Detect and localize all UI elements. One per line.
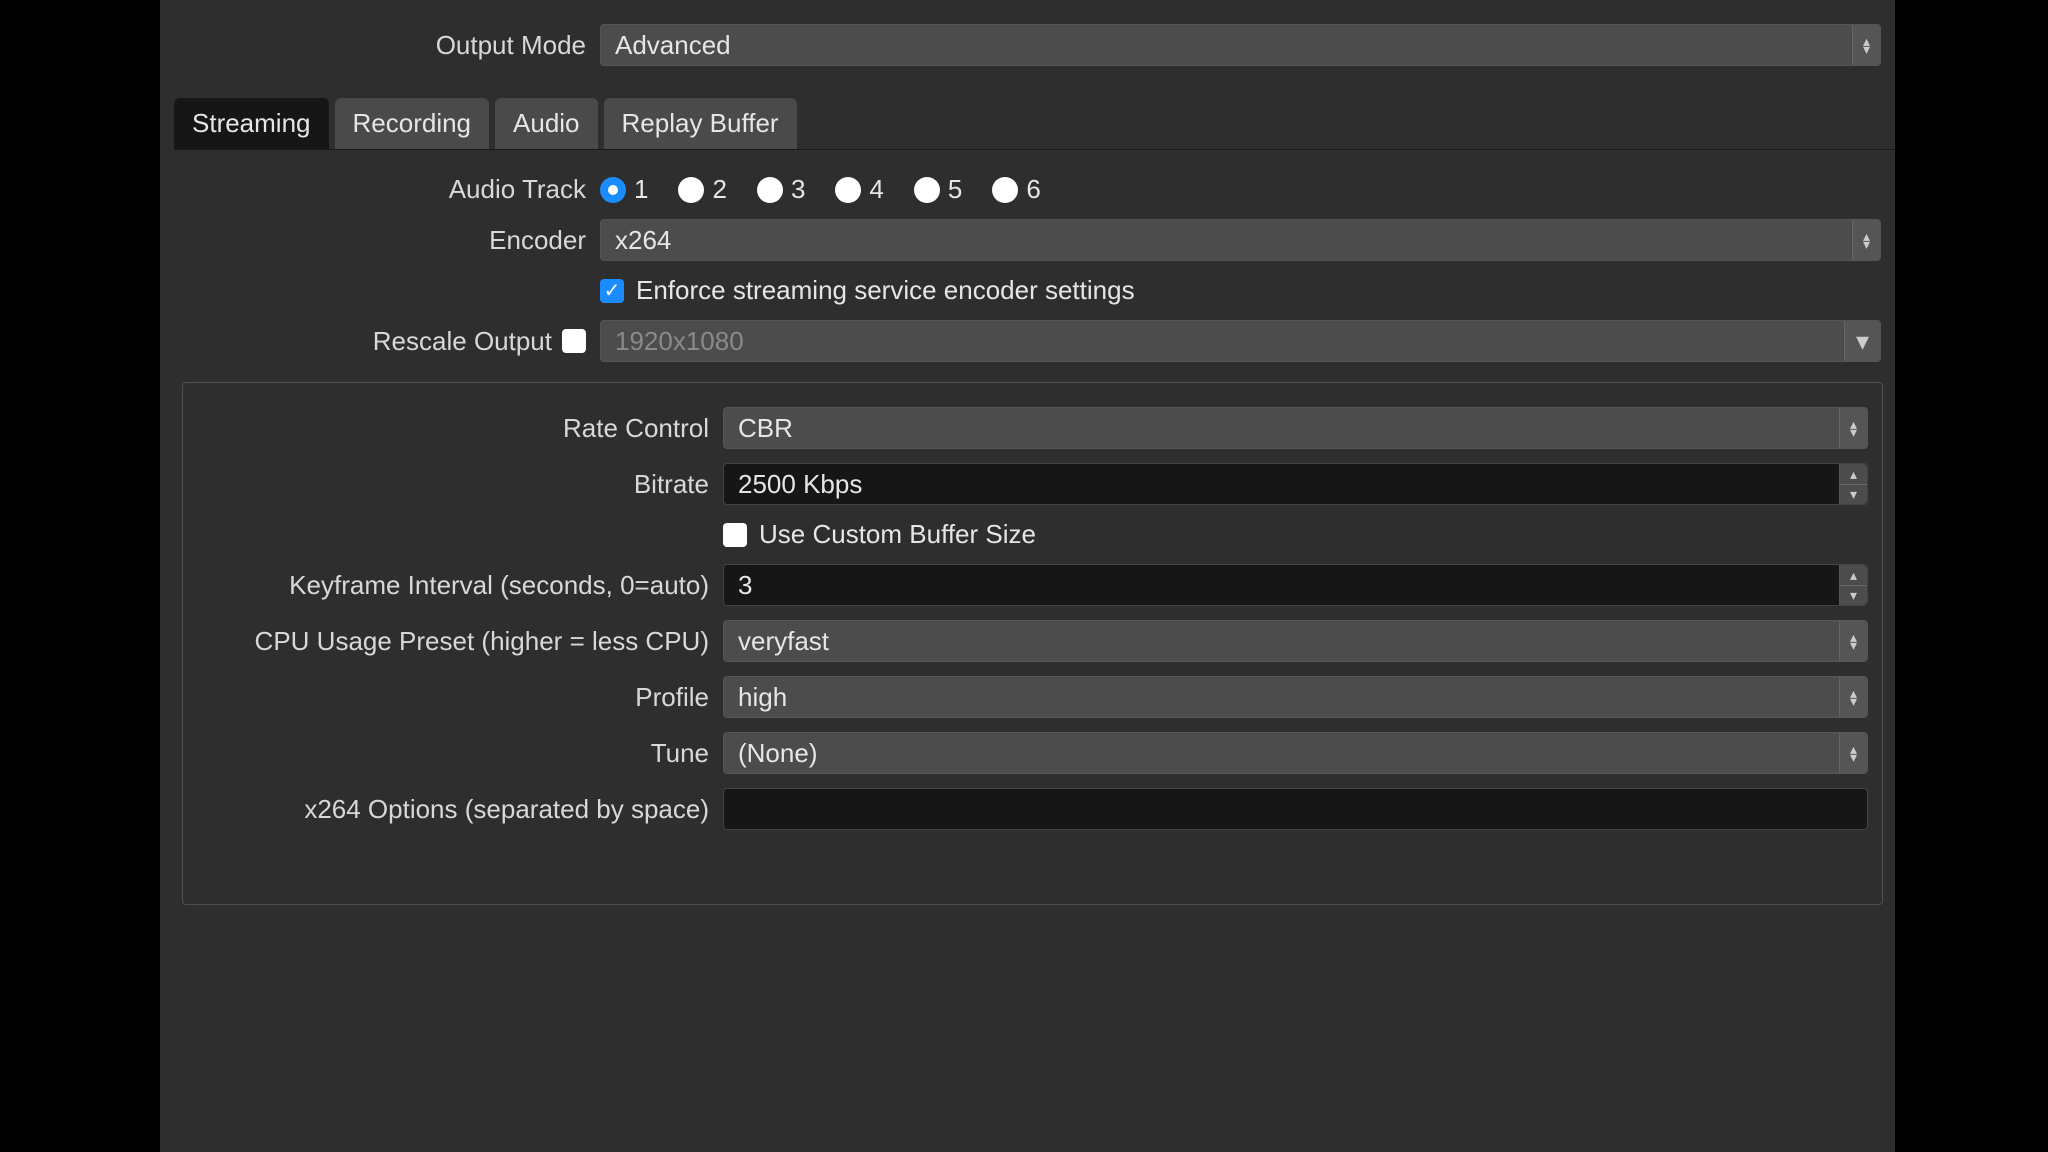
rate-control-label: Rate Control [183,413,723,444]
tab-recording[interactable]: Recording [335,98,490,149]
output-mode-value: Advanced [615,30,731,61]
tune-value: (None) [738,738,817,769]
radio-icon [757,177,783,203]
cpu-preset-select[interactable]: veryfast ▴▾ [723,620,1868,662]
tab-replay-buffer[interactable]: Replay Buffer [604,98,797,149]
radio-icon [678,177,704,203]
x264-opts-input[interactable] [723,788,1868,830]
audio-track-3[interactable]: 3 [757,174,805,205]
stepper-icon: ▴▾ [1839,677,1867,717]
encoder-settings-group: Rate Control CBR ▴▾ Bitrate 2500 Kbps ▴▾ [182,382,1883,905]
rescale-select[interactable]: 1920x1080 ▾ [600,320,1881,362]
audio-track-4[interactable]: 4 [835,174,883,205]
keyframe-label: Keyframe Interval (seconds, 0=auto) [183,570,723,601]
encoder-value: x264 [615,225,671,256]
radio-icon [914,177,940,203]
tab-streaming[interactable]: Streaming [174,98,329,149]
audio-track-6[interactable]: 6 [992,174,1040,205]
stepper-icon: ▴▾ [1852,25,1880,65]
audio-track-label: Audio Track [160,174,600,205]
tab-audio[interactable]: Audio [495,98,598,149]
rescale-value: 1920x1080 [615,326,744,357]
cpu-preset-label: CPU Usage Preset (higher = less CPU) [183,626,723,657]
chevron-down-icon: ▾ [1844,321,1880,361]
spinner-icon[interactable]: ▴▾ [1839,464,1867,504]
audio-track-2[interactable]: 2 [678,174,726,205]
output-tabs: Streaming Recording Audio Replay Buffer [174,98,1895,150]
radio-icon [600,177,626,203]
bitrate-label: Bitrate [183,469,723,500]
enforce-label: Enforce streaming service encoder settin… [636,275,1135,306]
rate-control-select[interactable]: CBR ▴▾ [723,407,1868,449]
audio-track-radios: 1 2 3 4 5 6 [600,174,1041,205]
stepper-icon: ▴▾ [1852,220,1880,260]
profile-label: Profile [183,682,723,713]
encoder-select[interactable]: x264 ▴▾ [600,219,1881,261]
bitrate-input[interactable]: 2500 Kbps ▴▾ [723,463,1868,505]
rate-control-value: CBR [738,413,793,444]
stepper-icon: ▴▾ [1839,408,1867,448]
stepper-icon: ▴▾ [1839,733,1867,773]
audio-track-1[interactable]: 1 [600,174,648,205]
bitrate-value: 2500 Kbps [738,469,862,500]
output-mode-select[interactable]: Advanced ▴▾ [600,24,1881,66]
x264-opts-label: x264 Options (separated by space) [183,794,723,825]
keyframe-value: 3 [738,570,752,601]
rescale-label: Rescale Output [373,326,552,357]
custom-buffer-label: Use Custom Buffer Size [759,519,1036,550]
stepper-icon: ▴▾ [1839,621,1867,661]
audio-track-5[interactable]: 5 [914,174,962,205]
tune-label: Tune [183,738,723,769]
settings-panel: Output Mode Advanced ▴▾ Streaming Record… [160,0,1895,1152]
radio-icon [992,177,1018,203]
spinner-icon[interactable]: ▴▾ [1839,565,1867,605]
enforce-checkbox[interactable]: ✓ [600,279,624,303]
radio-icon [835,177,861,203]
keyframe-input[interactable]: 3 ▴▾ [723,564,1868,606]
tune-select[interactable]: (None) ▴▾ [723,732,1868,774]
cpu-preset-value: veryfast [738,626,829,657]
custom-buffer-checkbox[interactable] [723,523,747,547]
encoder-label: Encoder [160,225,600,256]
output-mode-label: Output Mode [160,30,600,61]
profile-select[interactable]: high ▴▾ [723,676,1868,718]
rescale-checkbox[interactable] [562,329,586,353]
profile-value: high [738,682,787,713]
